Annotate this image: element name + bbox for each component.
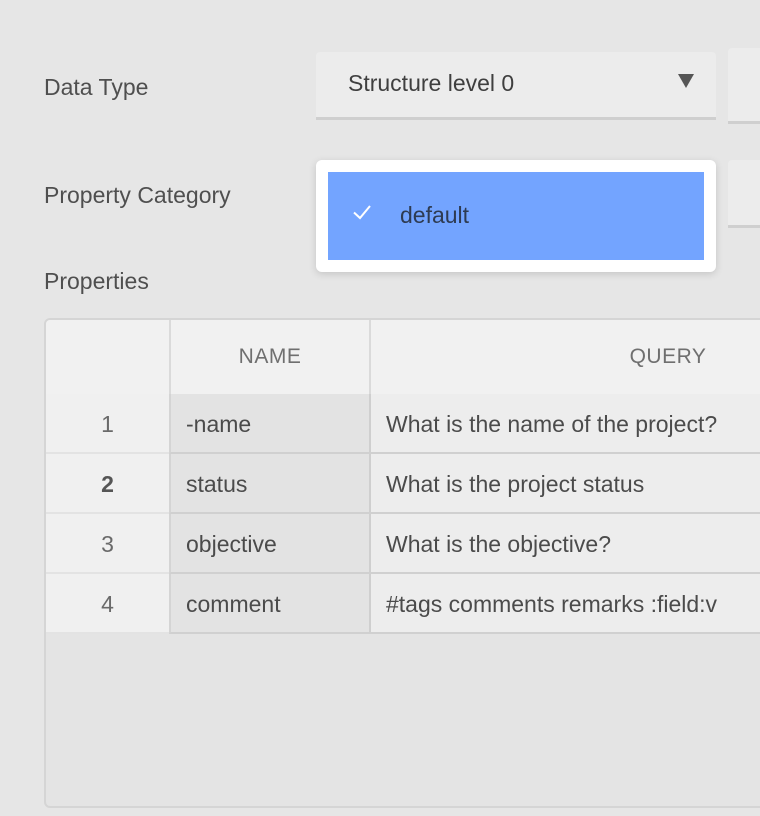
table-header-row: NAME QUERY — [46, 320, 760, 396]
name-cell[interactable]: objective — [169, 514, 369, 574]
data-type-value: Structure level 0 — [348, 70, 515, 96]
row-index: 1 — [46, 394, 169, 454]
check-icon — [353, 205, 371, 220]
row-index: 4 — [46, 574, 169, 634]
properties-label: Properties — [44, 268, 149, 294]
table-row[interactable]: 4 comment #tags comments remarks :field:… — [46, 574, 760, 634]
property-category-dropdown: default — [316, 160, 716, 272]
name-cell[interactable]: -name — [169, 394, 369, 454]
chevron-down-icon — [678, 74, 694, 88]
table-row[interactable]: 1 -name What is the name of the project? — [46, 394, 760, 454]
query-cell[interactable]: What is the name of the project? — [369, 394, 760, 454]
dropdown-option-label: default — [400, 202, 470, 228]
name-cell[interactable]: comment — [169, 574, 369, 634]
row-index: 3 — [46, 514, 169, 574]
query-cell[interactable]: #tags comments remarks :field:v — [369, 574, 760, 634]
dropdown-option-default[interactable]: default — [328, 172, 704, 260]
row-index: 2 — [46, 454, 169, 514]
name-cell[interactable]: status — [169, 454, 369, 514]
property-category-side-field[interactable] — [728, 160, 760, 228]
data-type-label: Data Type — [44, 74, 149, 100]
data-type-side-field[interactable] — [728, 48, 760, 124]
table-row[interactable]: 2 status What is the project status — [46, 454, 760, 514]
query-cell[interactable]: What is the objective? — [369, 514, 760, 574]
query-cell[interactable]: What is the project status — [369, 454, 760, 514]
column-header-name[interactable]: NAME — [169, 320, 369, 394]
property-category-label: Property Category — [44, 182, 231, 208]
table-row[interactable]: 3 objective What is the objective? — [46, 514, 760, 574]
data-type-select[interactable]: Structure level 0 — [316, 52, 716, 120]
column-header-query[interactable]: QUERY — [369, 320, 760, 394]
header-index-cell — [46, 320, 169, 394]
properties-table: NAME QUERY 1 -name What is the name of t… — [44, 318, 760, 808]
